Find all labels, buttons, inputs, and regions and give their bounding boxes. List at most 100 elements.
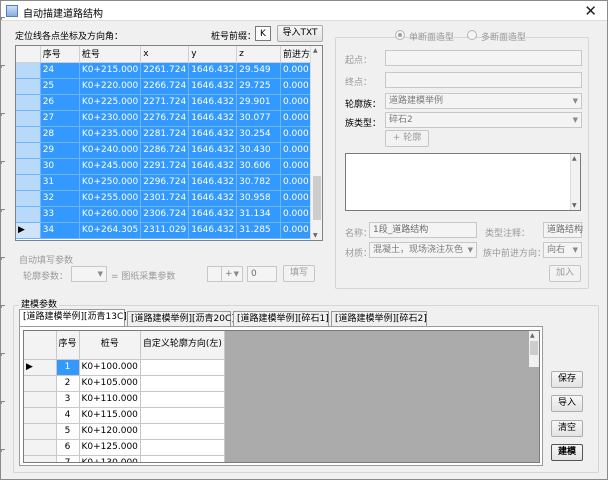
cell-z[interactable]: 30.077 [236,110,281,127]
modeling-row[interactable]: 2 K0+105.000 [24,375,225,392]
type-note-input[interactable]: 道路结构 [543,222,583,238]
row-header[interactable] [16,206,41,223]
row-header[interactable] [24,455,57,462]
cell-no[interactable]: 4 [56,407,80,424]
cell-z[interactable]: 30.782 [236,174,281,191]
row-header[interactable] [16,126,41,143]
coords-row[interactable]: 24 K0+215.000 2261.724 1646.432 29.549 0.000 [16,62,322,79]
row-header[interactable]: ▶ [16,222,41,239]
column-header-custom-direction[interactable]: 自定义轮廓方向(左) [140,331,225,360]
column-header-no[interactable]: 序号 [56,331,80,360]
modeling-grid[interactable]: 序号 桩号 自定义轮廓方向(左) ▶ 1 K0+100.000 2 K0+105.000… [23,330,540,463]
coords-row[interactable]: 27 K0+230.000 2276.724 1646.432 30.077 0.000 [16,110,322,127]
cell-station[interactable]: K0+105.000 [79,375,141,392]
cell-station[interactable]: K0+125.000 [79,439,141,456]
cell-no[interactable]: 26 [40,94,80,111]
row-header[interactable] [24,407,57,424]
memo-scrollbar[interactable]: ▲ ▼ [570,154,580,210]
cell-y[interactable]: 1646.432 [188,158,238,175]
close-icon[interactable]: ✕ [584,2,597,20]
column-header-station[interactable]: 桩号 [79,331,141,360]
cell-custom-direction[interactable] [140,391,225,408]
cell-no[interactable]: 5 [56,423,80,440]
cell-y[interactable]: 1646.432 [188,222,238,239]
row-header[interactable]: ▶ [24,359,57,376]
modeling-row[interactable]: ▶ 1 K0+100.000 [24,359,225,376]
modeling-row[interactable]: 7 K0+130.000 [24,455,225,462]
modeling-row[interactable]: 4 K0+115.000 [24,407,225,424]
cell-station[interactable]: K0+110.000 [79,391,141,408]
cell-station[interactable]: K0+100.000 [79,359,141,376]
material-select[interactable]: 混凝土，现场浇注灰色 ▼ [369,242,477,258]
cell-custom-direction[interactable] [140,359,225,376]
cell-y[interactable]: 1646.432 [188,174,238,191]
cell-y[interactable]: 1646.432 [188,206,238,223]
cell-y[interactable]: 1646.432 [188,190,238,207]
build-button[interactable]: 建模 [551,444,583,461]
cell-no[interactable]: 29 [40,142,80,159]
cell-x[interactable]: 2266.724 [140,78,190,95]
row-header[interactable] [16,142,41,159]
cell-station[interactable]: K0+264.305 [79,222,142,239]
column-header-z[interactable]: z [236,46,281,63]
cell-x[interactable]: 2291.724 [140,158,190,175]
column-header-y[interactable]: y [188,46,238,63]
single-profile-radio[interactable] [395,30,405,40]
coords-row[interactable]: 32 K0+255.000 2301.724 1646.432 30.958 0.000 [16,190,322,207]
column-header-no[interactable]: 序号 [40,46,80,63]
coords-grid[interactable]: 序号 桩号 x y z 前进方向 24 K0+215.000 2261.724 164… [15,45,323,241]
cell-y[interactable]: 1646.432 [188,78,238,95]
cell-custom-direction[interactable] [140,439,225,456]
cell-custom-direction[interactable] [140,407,225,424]
cell-no[interactable]: 32 [40,190,80,207]
name-input[interactable]: 1段_道路结构 [369,222,477,238]
cell-z[interactable]: 29.725 [236,78,281,95]
cell-no[interactable]: 28 [40,126,80,143]
operator-select[interactable]: + ▼ [221,266,243,282]
cell-custom-direction[interactable] [140,423,225,440]
family-type-select[interactable]: 碎石2 ▼ [385,112,582,128]
scroll-thumb[interactable] [530,341,538,355]
cell-x[interactable]: 2281.724 [140,126,190,143]
row-header[interactable] [16,94,41,111]
cell-y[interactable]: 1646.432 [188,126,238,143]
cell-station[interactable]: K0+120.000 [79,423,141,440]
column-header-x[interactable]: x [140,46,190,63]
row-header[interactable] [16,158,41,175]
cell-no[interactable]: 3 [56,391,80,408]
scroll-up-icon[interactable]: ▲ [572,155,577,162]
cell-no[interactable]: 6 [56,439,80,456]
modeling-row[interactable]: 5 K0+120.000 [24,423,225,440]
import-txt-button[interactable]: 导入TXT [277,25,323,42]
cell-y[interactable]: 1646.432 [188,62,238,79]
cell-y[interactable]: 1646.432 [188,110,238,127]
cell-station[interactable]: K0+130.000 [79,455,141,462]
modeling-row[interactable]: 3 K0+110.000 [24,391,225,408]
cell-no[interactable]: 7 [56,455,80,462]
cell-z[interactable]: 30.254 [236,126,281,143]
cell-z[interactable]: 31.285 [236,222,281,239]
cell-y[interactable]: 1646.432 [188,94,238,111]
row-header[interactable] [16,174,41,191]
start-input[interactable] [385,50,582,66]
scroll-up-icon[interactable]: ▲ [313,47,318,54]
cell-station[interactable]: K0+230.000 [79,110,142,127]
cell-z[interactable]: 29.549 [236,62,281,79]
cell-no[interactable]: 25 [40,78,80,95]
profile-param-select[interactable]: ▼ [71,266,107,282]
end-input[interactable] [385,72,582,88]
row-header[interactable] [16,190,41,207]
row-header[interactable] [24,391,57,408]
modeling-row[interactable]: 6 K0+125.000 [24,439,225,456]
cell-x[interactable]: 2271.724 [140,94,190,111]
cell-no[interactable]: 31 [40,174,80,191]
coords-row[interactable]: 28 K0+235.000 2281.724 1646.432 30.254 0.000 [16,126,322,143]
offset-input[interactable]: 0 [247,266,277,282]
fill-button[interactable]: 填写 [283,265,315,282]
cell-x[interactable]: 2276.724 [140,110,190,127]
scroll-down-icon[interactable]: ▼ [572,202,577,209]
scroll-down-icon[interactable]: ▼ [313,232,318,239]
cell-no[interactable]: 2 [56,375,80,392]
row-header[interactable] [16,110,41,127]
cell-x[interactable]: 2311.029 [140,222,190,239]
